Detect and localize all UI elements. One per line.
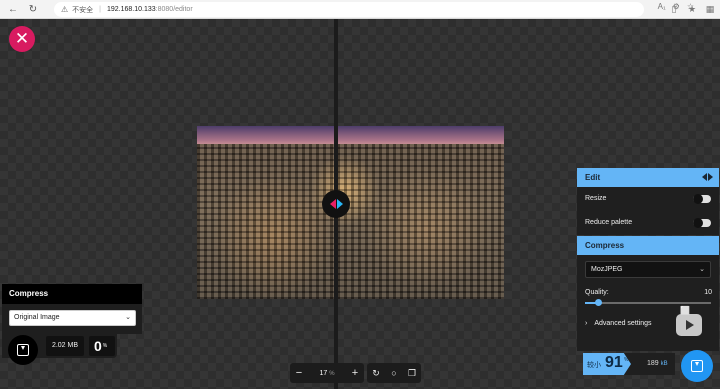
original-reduction-value: 0 — [94, 338, 102, 354]
image-town — [197, 144, 504, 299]
original-file-size: 2.02 MB — [46, 336, 84, 356]
close-icon[interactable]: ✕ — [9, 26, 35, 52]
left-compress-title: Compress — [2, 284, 142, 304]
reload-icon[interactable]: ↻ — [26, 2, 40, 16]
compressed-size-value: 189 — [647, 360, 659, 367]
compression-method-value: MozJPEG — [591, 266, 623, 273]
zoom-unit: % — [329, 370, 335, 377]
resize-toggle-knob — [693, 194, 703, 204]
split-handle[interactable] — [322, 190, 350, 218]
arrow-right-icon — [336, 199, 343, 209]
copy-right-arrow — [708, 173, 713, 181]
back-icon[interactable]: ← — [6, 2, 20, 16]
play-icon — [686, 320, 694, 330]
reduce-palette-label: Reduce palette — [585, 219, 633, 226]
reduce-palette-toggle-knob — [693, 218, 703, 228]
quality-slider[interactable] — [585, 299, 711, 306]
advanced-settings-label: Advanced settings — [594, 320, 652, 327]
video-play-overlay[interactable] — [676, 314, 702, 336]
left-method-select[interactable]: Original Image ⌄ — [9, 310, 136, 326]
arrow-left-icon — [329, 199, 336, 209]
compress-section-body: MozJPEG ⌄ Quality: 10 › Advanced settings — [577, 255, 719, 351]
compress-section-header: Compress — [577, 236, 719, 255]
resize-label: Resize — [585, 195, 607, 202]
warning-icon: ⚠ — [61, 5, 69, 14]
quality-value[interactable]: 10 — [704, 289, 712, 296]
quality-label: Quality: — [585, 289, 609, 296]
browser-toolbar: ← ↻ ⚠ 不安全 | 192.168.10.133:8080/editor A… — [0, 0, 720, 19]
browser-right-icons: ▯ ★ ▦ — [668, 3, 716, 15]
reduce-palette-row: Reduce palette — [577, 211, 719, 235]
original-reduction: 0% — [89, 336, 115, 356]
left-options-panel: Compress Original Image ⌄ — [2, 284, 142, 334]
download-icon — [17, 344, 29, 356]
zoom-out-button[interactable]: − — [290, 367, 308, 379]
address-separator: | — [99, 6, 101, 13]
copy-settings-icon[interactable] — [702, 173, 713, 181]
quality-slider-thumb[interactable] — [594, 299, 602, 306]
size-reduction-badge: 较小 91 % — [583, 353, 631, 375]
advanced-settings-toggle[interactable]: › Advanced settings — [585, 320, 652, 327]
reduce-palette-toggle[interactable] — [693, 218, 711, 228]
copy-left-arrow — [702, 173, 707, 181]
original-reduction-unit: % — [102, 343, 108, 349]
left-method-value: Original Image — [14, 314, 60, 321]
view-group: ↻ ○ ❐ — [367, 363, 421, 383]
chevron-down-icon: ⌄ — [699, 266, 705, 273]
compression-method-select[interactable]: MozJPEG ⌄ — [585, 261, 711, 278]
download-icon — [691, 360, 703, 372]
chevron-down-icon: ⌄ — [125, 314, 131, 321]
split-screen-icon[interactable]: ▯ — [668, 3, 680, 15]
edit-section-header: Edit — [577, 168, 719, 187]
read-aloud-icon[interactable]: A₁ — [658, 2, 666, 11]
zoom-in-button[interactable]: + — [346, 367, 364, 379]
zoom-toolbar: − 17 % + ↻ ○ ❐ — [290, 363, 430, 383]
reduction-value: 91 — [605, 354, 623, 371]
url-host: 192.168.10.133 — [107, 6, 156, 13]
favorites-icon[interactable]: ★ — [686, 3, 698, 15]
image-sky — [197, 126, 504, 146]
zoom-level[interactable]: 17 % — [308, 370, 346, 377]
background-toggle-icon[interactable]: ○ — [385, 368, 403, 378]
download-original-button[interactable] — [8, 335, 38, 365]
side-by-side-icon[interactable]: ❐ — [403, 368, 421, 379]
reduction-prefix: 较小 — [587, 362, 601, 369]
resize-toggle[interactable] — [693, 194, 711, 204]
chevron-right-icon: › — [585, 320, 588, 327]
download-compressed-button[interactable] — [681, 350, 713, 382]
compressed-size-unit: kB — [660, 361, 668, 367]
address-bar[interactable]: ⚠ 不安全 | 192.168.10.133:8080/editor — [54, 2, 644, 17]
insecure-label: 不安全 — [72, 6, 94, 14]
zoom-value: 17 — [319, 369, 328, 377]
zoom-group: − 17 % + — [290, 363, 364, 383]
rotate-icon[interactable]: ↻ — [367, 368, 385, 379]
resize-row: Resize — [577, 187, 719, 211]
edit-title: Edit — [585, 173, 601, 182]
edit-section-body: Resize Reduce palette — [577, 187, 719, 235]
right-options-panel: Edit Resize Reduce palette Compress MozJ… — [577, 168, 719, 368]
preview-image — [197, 126, 504, 299]
url-path: :8080/editor — [155, 6, 193, 13]
compressed-file-size: 189 kB — [647, 360, 668, 367]
collections-icon[interactable]: ▦ — [704, 3, 716, 15]
